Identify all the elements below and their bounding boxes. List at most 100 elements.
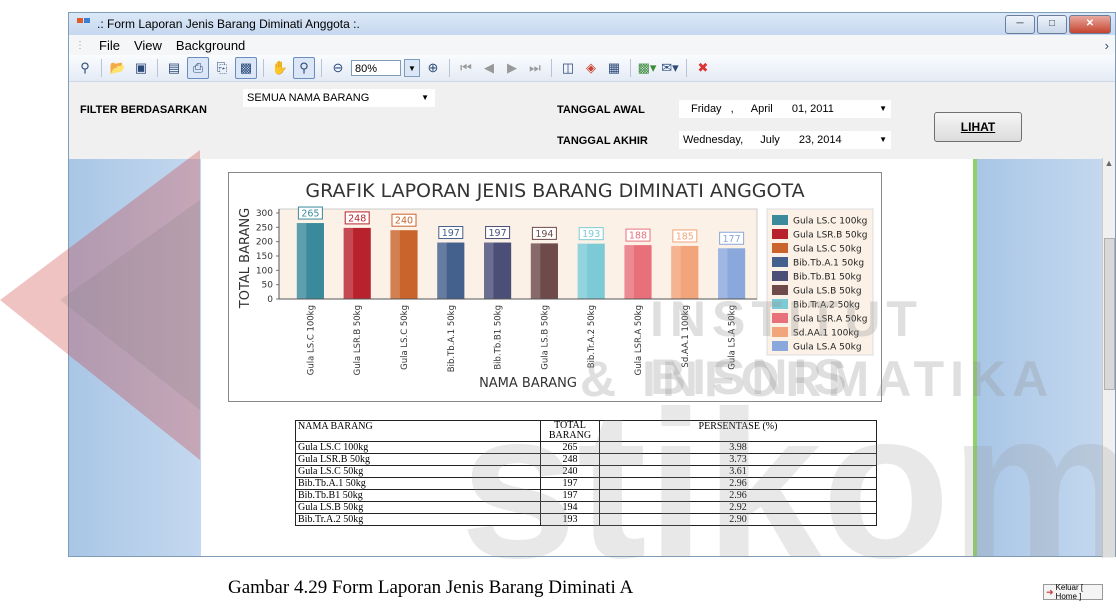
x-tick-label: Gula LS.B 50kg xyxy=(540,305,550,370)
bar-highlight xyxy=(343,227,354,299)
legend-swatch xyxy=(772,215,788,225)
filter-label: FILTER BERDASARKAN xyxy=(80,104,207,116)
menu-file[interactable]: File xyxy=(99,38,120,53)
legend-entry: Gula LS.A 50kg xyxy=(793,343,862,353)
cell-nama-barang: Gula LSR.B 50kg xyxy=(295,453,541,466)
title-bar: .: Form Laporan Jenis Barang Diminati An… xyxy=(69,13,1115,35)
close-preview-icon[interactable]: ✖ xyxy=(693,58,713,78)
viewer-margin-left xyxy=(69,159,201,556)
menu-background[interactable]: Background xyxy=(176,38,245,53)
chevron-down-icon[interactable]: ▼ xyxy=(879,100,887,118)
background-color-icon[interactable]: ◈ xyxy=(581,58,601,78)
y-tick-label: 300 xyxy=(256,209,273,219)
exit-icon: ➜ xyxy=(1046,586,1054,597)
legend-entry: Bib.Tr.A.2 50kg xyxy=(793,301,860,311)
x-tick-label: Bib.Tb.A.1 50kg xyxy=(447,305,457,372)
header-persentase: PERSENTASE (%) xyxy=(599,420,877,442)
legend-swatch xyxy=(772,341,788,351)
prev-page-icon[interactable]: ◀ xyxy=(479,58,499,78)
cell-nama-barang: Gula LS.C 50kg xyxy=(295,465,541,478)
open-icon[interactable]: 📂 xyxy=(108,58,128,78)
filter-combo[interactable]: SEMUA NAMA BARANG ▼ xyxy=(243,89,435,107)
x-tick-label: Gula LS.C 50kg xyxy=(400,305,410,370)
quick-print-icon[interactable]: ⎘ xyxy=(212,58,232,78)
close-button[interactable]: ✕ xyxy=(1069,15,1111,34)
zoom-dropdown-icon[interactable]: ▼ xyxy=(404,59,420,77)
toolbar: ⚲ 📂 ▣ ▤ ⎙ ⎘ ▩ ✋ ⚲ ⊖ 80% ▼ ⊕ ⏮ ◀ ▶ ⏭ ◫ ◈ … xyxy=(69,55,1115,82)
menu-view[interactable]: View xyxy=(134,38,162,53)
zoom-in-icon[interactable]: ⊕ xyxy=(423,58,443,78)
data-label: 197 xyxy=(489,228,507,239)
bar-highlight xyxy=(577,243,588,299)
filter-value: SEMUA NAMA BARANG xyxy=(247,92,370,104)
data-label: 197 xyxy=(442,228,460,239)
y-tick-label: 250 xyxy=(256,223,273,233)
legend-swatch xyxy=(772,299,788,309)
bar-highlight xyxy=(718,248,728,299)
zoom-combo[interactable]: 80% xyxy=(351,60,401,76)
scroll-thumb[interactable] xyxy=(1104,238,1115,390)
figure-caption: Gambar 4.29 Form Laporan Jenis Barang Di… xyxy=(228,577,633,599)
hand-icon[interactable]: ✋ xyxy=(270,58,290,78)
vertical-scrollbar[interactable]: ▲ xyxy=(1102,158,1115,558)
export-icon[interactable]: ▩ xyxy=(235,57,257,79)
chevron-down-icon[interactable]: ▼ xyxy=(421,89,429,107)
menu-overflow-icon[interactable]: › xyxy=(1105,38,1109,53)
cell-nama-barang: Bib.Tb.B1 50kg xyxy=(295,489,541,502)
caption-text: Gambar 4.29 Form Laporan Jenis Barang Di… xyxy=(228,577,634,598)
lihat-button-label: LIHAT xyxy=(960,120,996,134)
page-setup-icon[interactable]: ▤ xyxy=(164,58,184,78)
last-page-icon[interactable]: ⏭ xyxy=(525,58,545,78)
bar-highlight xyxy=(296,223,307,299)
zoom-out-icon[interactable]: ⊖ xyxy=(328,58,348,78)
data-label: 193 xyxy=(582,229,600,240)
viewer-margin-right xyxy=(977,159,1105,556)
minimize-button[interactable]: ─ xyxy=(1005,15,1035,34)
legend-swatch xyxy=(772,271,788,281)
start-month: April xyxy=(750,103,773,115)
grip-icon: ⋮ xyxy=(75,39,85,51)
x-tick-label: Gula LSR.A 50kg xyxy=(634,305,644,375)
legend-entry: Gula LSR.B 50kg xyxy=(793,231,868,241)
chevron-down-icon[interactable]: ▼ xyxy=(879,131,887,149)
chart-title: GRAFIK LAPORAN JENIS BARANG DIMINATI ANG… xyxy=(305,180,804,202)
export-menu-icon[interactable]: ▩▾ xyxy=(637,58,657,78)
find-icon[interactable]: ⚲ xyxy=(75,58,95,78)
filter-panel: FILTER BERDASARKAN SEMUA NAMA BARANG ▼ T… xyxy=(69,83,1115,149)
magnifier-icon[interactable]: ⚲ xyxy=(293,57,315,79)
maximize-button[interactable]: □ xyxy=(1037,15,1067,34)
cell-total-barang: 197 xyxy=(540,489,600,502)
data-label: 265 xyxy=(301,209,319,220)
legend-entry: Gula LS.B 50kg xyxy=(793,287,862,297)
legend-swatch xyxy=(772,229,788,239)
first-page-icon[interactable]: ⏮ xyxy=(456,58,476,78)
bar-highlight xyxy=(530,243,541,299)
multiple-pages-icon[interactable]: ◫ xyxy=(558,58,578,78)
bar-chart: GRAFIK LAPORAN JENIS BARANG DIMINATI ANG… xyxy=(238,180,874,391)
legend-entry: Bib.Tb.A.1 50kg xyxy=(793,259,864,269)
legend-swatch xyxy=(772,243,788,253)
table-header-row: NAMA BARANG TOTAL BARANG PERSENTASE (%) xyxy=(295,420,877,442)
cell-persentase: 3.73 xyxy=(599,453,877,466)
send-icon[interactable]: ✉▾ xyxy=(660,58,680,78)
end-date-picker[interactable]: Wednesday, July 23, 2014 ▼ xyxy=(679,131,891,149)
cell-persentase: 2.96 xyxy=(599,489,877,502)
x-tick-label: Gula LSR.B 50kg xyxy=(353,305,363,375)
table-row: Bib.Tb.B1 50kg 197 2.96 xyxy=(295,489,877,502)
cell-total-barang: 194 xyxy=(540,501,600,514)
next-page-icon[interactable]: ▶ xyxy=(502,58,522,78)
keluar-button[interactable]: ➜ Keluar [ Home ] xyxy=(1043,583,1103,601)
x-tick-label: Gula LS.A 50kg xyxy=(728,305,738,370)
legend-entry: Gula LS.C 100kg xyxy=(793,217,867,227)
data-label: 188 xyxy=(629,231,647,242)
table-row: Gula LS.B 50kg 194 2.92 xyxy=(295,501,877,514)
start-date-picker[interactable]: Friday , April 01, 2011 ▼ xyxy=(679,100,891,118)
start-date: 01, 2011 xyxy=(791,103,834,115)
watermark-icon[interactable]: ▦ xyxy=(604,58,624,78)
print-icon[interactable]: ⎙ xyxy=(187,57,209,79)
toolbar-separator xyxy=(157,59,158,77)
lihat-button[interactable]: LIHAT xyxy=(934,112,1022,142)
save-icon[interactable]: ▣ xyxy=(131,58,151,78)
scroll-up-icon[interactable]: ▲ xyxy=(1103,158,1115,168)
legend-entry: Gula LSR.A 50kg xyxy=(793,315,867,325)
